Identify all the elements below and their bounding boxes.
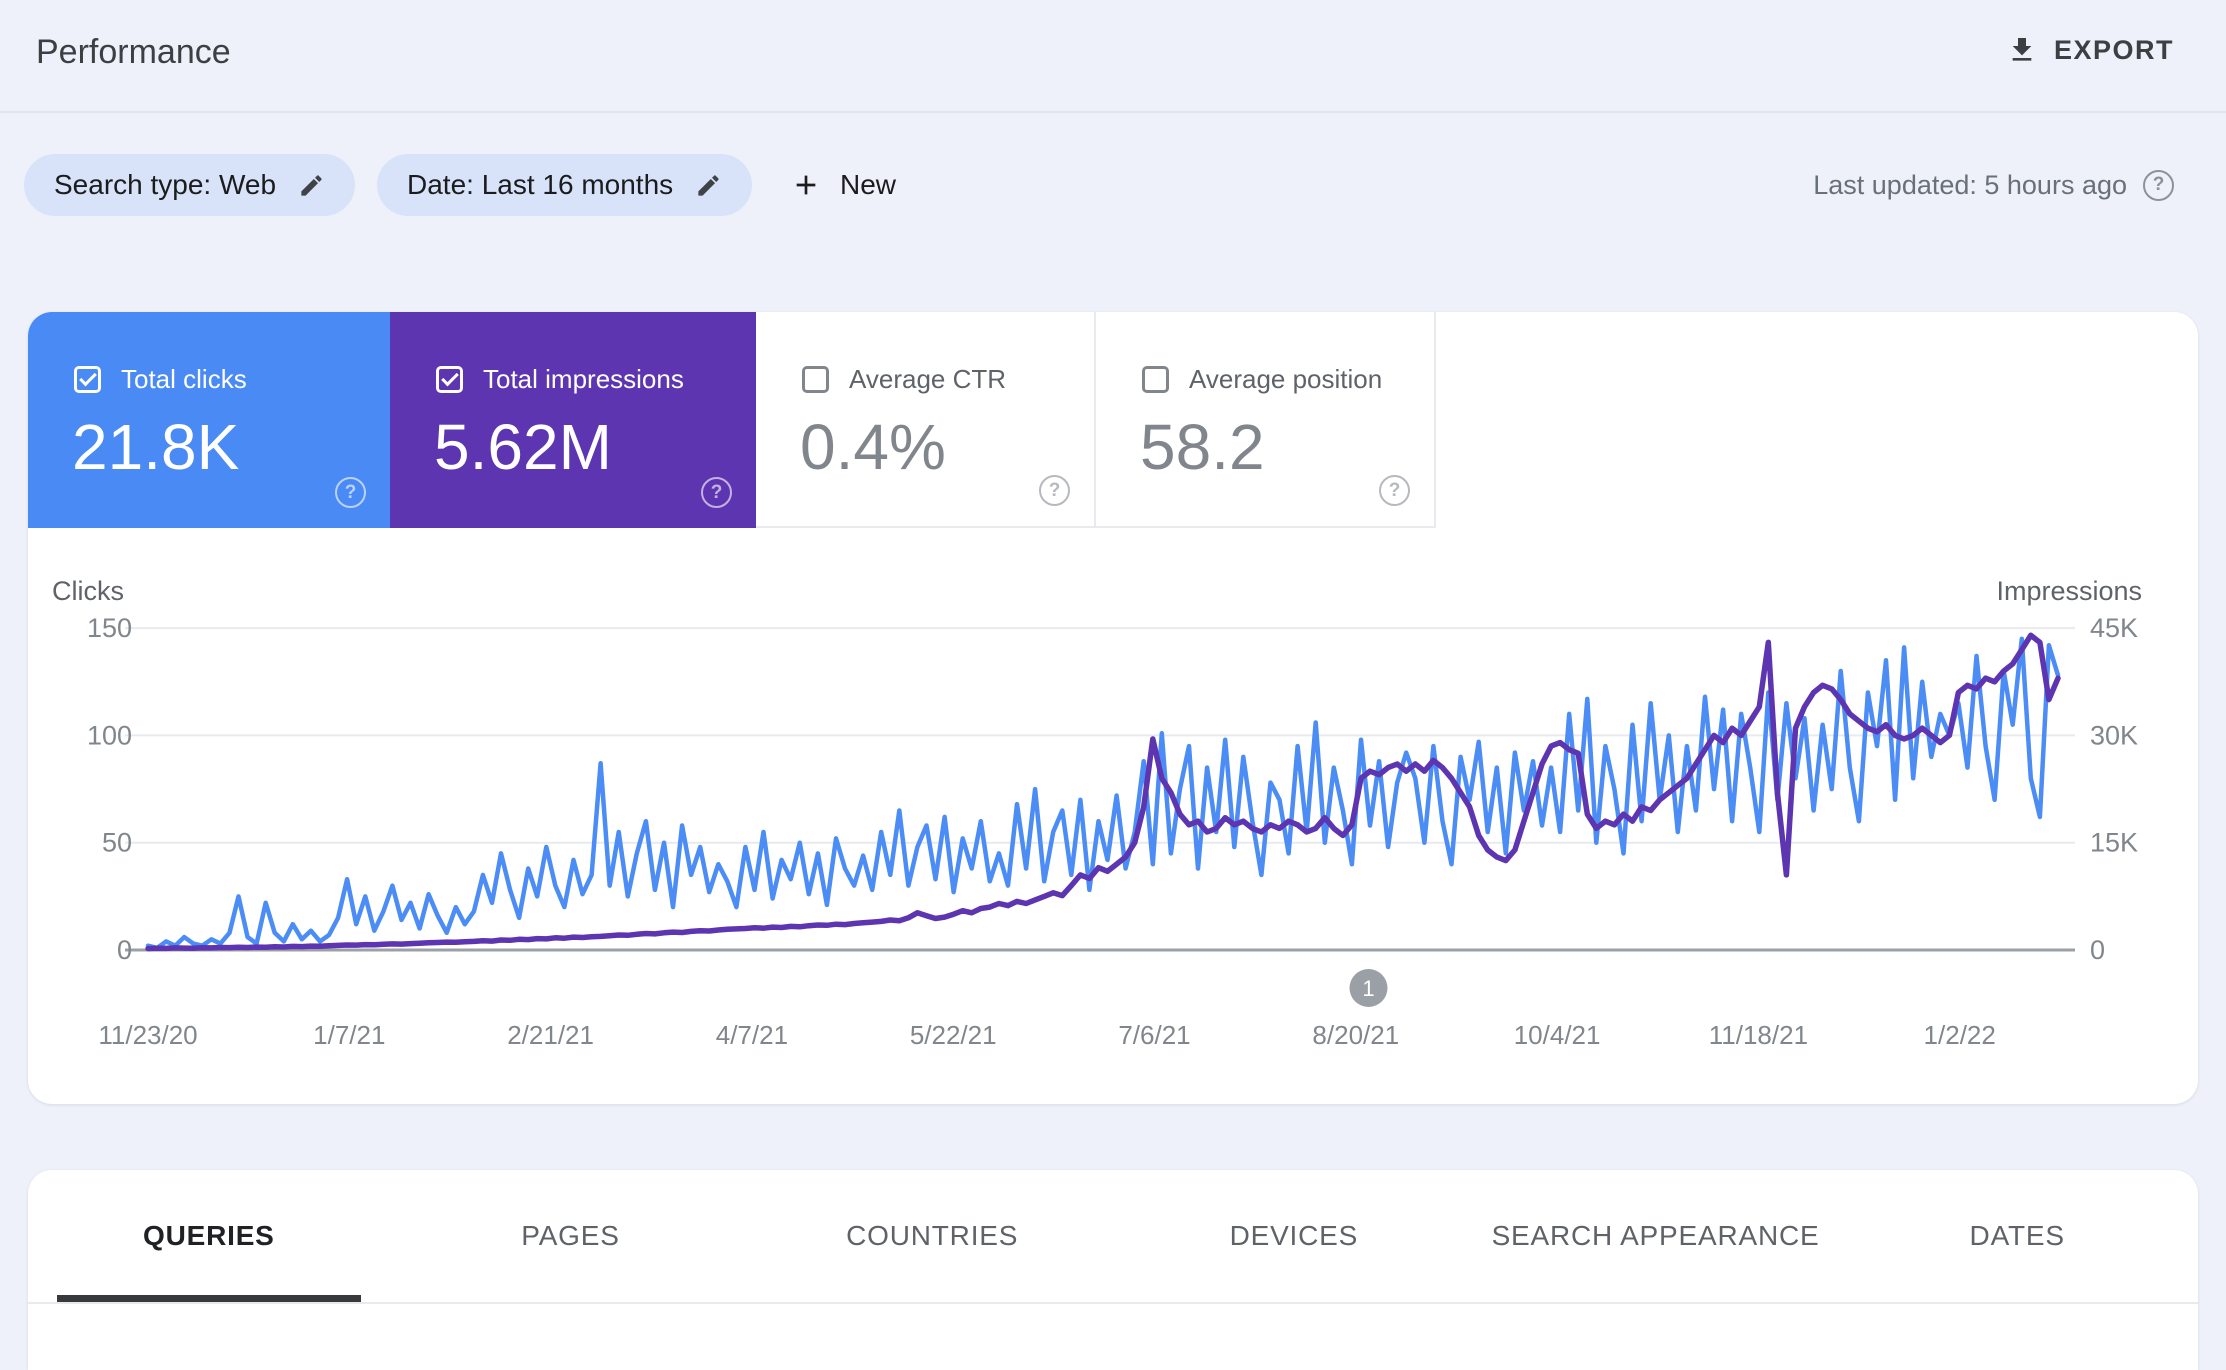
new-filter-button[interactable]: New: [790, 154, 896, 216]
svg-text:45K: 45K: [2090, 613, 2138, 643]
svg-text:15K: 15K: [2090, 828, 2138, 858]
dimension-tabs: QUERIES PAGES COUNTRIES DEVICES SEARCH A…: [28, 1170, 2198, 1302]
metric-value: 21.8K: [72, 410, 239, 484]
svg-text:10/4/21: 10/4/21: [1514, 1020, 1601, 1050]
svg-text:7/6/21: 7/6/21: [1118, 1020, 1190, 1050]
total-clicks-checkbox[interactable]: [74, 366, 101, 393]
svg-text:4/7/21: 4/7/21: [716, 1020, 788, 1050]
download-icon: [2006, 34, 2038, 66]
total-impressions-checkbox[interactable]: [436, 366, 463, 393]
svg-text:11/18/21: 11/18/21: [1709, 1020, 1808, 1050]
tab-label: DEVICES: [1230, 1220, 1359, 1252]
new-filter-label: New: [840, 169, 896, 201]
export-button[interactable]: EXPORT: [2006, 34, 2174, 66]
svg-text:2/21/21: 2/21/21: [507, 1020, 594, 1050]
svg-text:150: 150: [87, 613, 132, 643]
edit-icon[interactable]: [695, 172, 722, 199]
metric-label: Average position: [1189, 364, 1382, 395]
metric-tiles: Total clicks 21.8K ? Total impressions 5…: [28, 312, 2198, 528]
dimension-tabs-card: QUERIES PAGES COUNTRIES DEVICES SEARCH A…: [28, 1170, 2198, 1370]
tab-countries[interactable]: COUNTRIES: [751, 1170, 1113, 1302]
tab-devices[interactable]: DEVICES: [1113, 1170, 1475, 1302]
header-divider: [0, 111, 2226, 113]
tab-dates[interactable]: DATES: [1836, 1170, 2198, 1302]
metric-label: Total impressions: [483, 364, 684, 395]
svg-text:1/7/21: 1/7/21: [313, 1020, 385, 1050]
performance-chart-card: Total clicks 21.8K ? Total impressions 5…: [28, 312, 2198, 1104]
svg-text:30K: 30K: [2090, 720, 2138, 750]
export-label: EXPORT: [2054, 35, 2174, 66]
last-updated: Last updated: 5 hours ago ?: [1813, 154, 2174, 216]
tab-queries[interactable]: QUERIES: [28, 1170, 390, 1302]
help-icon: ?: [701, 477, 732, 508]
metric-help[interactable]: ?: [335, 477, 366, 508]
metric-tile-total-impressions[interactable]: Total impressions 5.62M ?: [390, 312, 756, 528]
tab-label: SEARCH APPEARANCE: [1492, 1220, 1820, 1252]
svg-text:50: 50: [102, 828, 132, 858]
metric-label: Total clicks: [121, 364, 247, 395]
edit-icon[interactable]: [298, 172, 325, 199]
svg-text:0: 0: [2090, 935, 2105, 965]
performance-chart[interactable]: 005015K10030K15045KClicksImpressions11/2…: [28, 560, 2198, 1104]
last-updated-text: Last updated: 5 hours ago: [1813, 170, 2127, 201]
svg-text:8/20/21: 8/20/21: [1312, 1020, 1399, 1050]
svg-text:1/2/22: 1/2/22: [1924, 1020, 1996, 1050]
svg-text:Impressions: Impressions: [1996, 576, 2142, 606]
metric-help[interactable]: ?: [1379, 475, 1410, 506]
svg-text:Clicks: Clicks: [52, 576, 124, 606]
help-icon: ?: [1379, 475, 1410, 506]
search-type-filter-chip[interactable]: Search type: Web: [24, 154, 355, 216]
metric-tile-average-ctr[interactable]: Average CTR 0.4% ?: [756, 312, 1096, 528]
active-tab-underline: [57, 1295, 361, 1302]
page-header: Performance EXPORT: [0, 0, 2226, 112]
svg-text:5/22/21: 5/22/21: [910, 1020, 997, 1050]
tab-label: COUNTRIES: [846, 1220, 1018, 1252]
metric-tile-total-clicks[interactable]: Total clicks 21.8K ?: [28, 312, 390, 528]
page-title: Performance: [36, 33, 231, 72]
plus-icon: [790, 169, 822, 201]
tab-label: PAGES: [521, 1220, 619, 1252]
help-icon[interactable]: ?: [2143, 170, 2174, 201]
svg-text:11/23/20: 11/23/20: [98, 1020, 197, 1050]
svg-text:100: 100: [87, 720, 132, 750]
tab-label: QUERIES: [143, 1220, 275, 1252]
metric-label: Average CTR: [849, 364, 1006, 395]
metric-value: 5.62M: [434, 410, 612, 484]
tab-search-appearance[interactable]: SEARCH APPEARANCE: [1475, 1170, 1837, 1302]
tab-label: DATES: [1970, 1220, 2065, 1252]
annotation-marker[interactable]: 1: [1349, 969, 1387, 1007]
help-icon: ?: [1039, 475, 1070, 506]
check-icon: [441, 369, 459, 387]
metric-value: 58.2: [1140, 410, 1265, 484]
svg-text:0: 0: [117, 935, 132, 965]
date-filter-chip[interactable]: Date: Last 16 months: [377, 154, 752, 216]
metric-help[interactable]: ?: [1039, 475, 1070, 506]
check-icon: [79, 369, 97, 387]
search-type-filter-label: Search type: Web: [54, 169, 276, 201]
date-filter-label: Date: Last 16 months: [407, 169, 673, 201]
metric-tile-average-position[interactable]: Average position 58.2 ?: [1096, 312, 1436, 528]
svg-text:1: 1: [1362, 976, 1374, 1001]
tabs-divider: [28, 1302, 2198, 1304]
metric-value: 0.4%: [800, 410, 946, 484]
help-icon: ?: [335, 477, 366, 508]
average-ctr-checkbox[interactable]: [802, 366, 829, 393]
tab-pages[interactable]: PAGES: [390, 1170, 752, 1302]
metric-help[interactable]: ?: [701, 477, 732, 508]
average-position-checkbox[interactable]: [1142, 366, 1169, 393]
